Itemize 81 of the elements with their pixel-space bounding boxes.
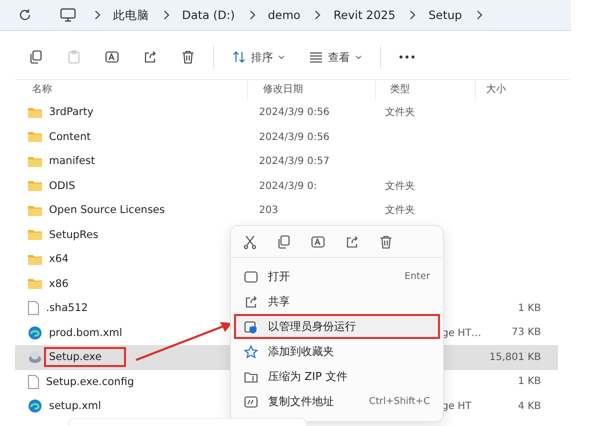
- folder-icon: [28, 229, 42, 240]
- window-icon: [244, 270, 258, 284]
- folder-icon: [28, 278, 42, 290]
- folder-icon: [28, 156, 42, 167]
- breadcrumb-item[interactable]: demo: [268, 8, 300, 22]
- sort-icon: [232, 50, 246, 64]
- breadcrumb-item[interactable]: Revit 2025: [333, 8, 396, 22]
- file-name[interactable]: 3rdParty: [44, 102, 118, 122]
- copy-icon[interactable]: [277, 235, 291, 249]
- chevron-icon[interactable]: [94, 10, 101, 20]
- modified-date: 2024/3/9 0:56: [259, 132, 330, 143]
- file-name[interactable]: setup.xml: [44, 396, 126, 416]
- browser-icon: [28, 326, 42, 340]
- file-name[interactable]: .sha512: [41, 298, 112, 318]
- file-icon: [28, 301, 39, 316]
- file-size: 1 KB: [517, 302, 541, 314]
- caret-icon: [355, 54, 362, 60]
- file-name[interactable]: x86: [44, 274, 93, 294]
- more-icon[interactable]: [399, 55, 415, 59]
- file-size: 1 KB: [517, 376, 541, 388]
- file-size: 15,801 KB: [488, 352, 541, 363]
- browser-icon: [28, 399, 42, 414]
- shield-icon: [244, 320, 258, 334]
- folder-icon: [28, 131, 42, 142]
- menu-item[interactable]: 压缩为 ZIP 文件: [234, 364, 440, 389]
- menu-item[interactable]: 添加到收藏夹: [234, 339, 440, 364]
- file-name[interactable]: Open Source Licenses: [44, 200, 189, 220]
- breadcrumb-item[interactable]: 此电脑: [113, 8, 149, 22]
- folder-icon: [28, 204, 42, 216]
- scissors-icon[interactable]: [243, 235, 257, 249]
- column-header[interactable]: 大小: [475, 80, 545, 100]
- modified-date: 2024/3/9 0:: [259, 180, 317, 192]
- menu-item[interactable]: 打开 Enter: [234, 264, 440, 289]
- sort-button[interactable]: 排序: [220, 43, 297, 71]
- chevron-icon[interactable]: [163, 10, 170, 20]
- share-icon: [244, 294, 258, 308]
- column-header[interactable]: 类型: [375, 80, 475, 100]
- file-name[interactable]: x64: [44, 249, 93, 270]
- modified-date: 2024/3/9 0:56: [259, 107, 330, 118]
- shortcut-label: Ctrl+Shift+C: [368, 396, 430, 407]
- folder-icon: [28, 254, 42, 265]
- breadcrumb-item[interactable]: Data (D:): [182, 8, 235, 22]
- share-icon[interactable]: [345, 235, 359, 249]
- view-button[interactable]: 查看: [297, 43, 374, 71]
- chevron-icon[interactable]: [409, 10, 416, 20]
- chevron-icon[interactable]: [248, 10, 256, 20]
- list-icon: [309, 51, 323, 63]
- modified-date: 203: [259, 205, 278, 216]
- delete-icon[interactable]: [379, 235, 393, 249]
- file-name[interactable]: Content: [44, 126, 115, 147]
- file-name[interactable]: Setup.exe.config: [41, 372, 158, 392]
- file-type: 文件夹: [385, 205, 415, 216]
- file-icon: [28, 374, 39, 389]
- file-name[interactable]: Setup.exe: [44, 347, 126, 368]
- caret-icon: [278, 54, 285, 60]
- path-icon: [244, 394, 258, 408]
- menu-item[interactable]: 复制文件地址 Ctrl+Shift+C: [234, 389, 440, 414]
- column-header[interactable]: 名称: [15, 80, 247, 100]
- chevron-icon[interactable]: [476, 10, 483, 20]
- menu-item[interactable]: 以管理员身份运行: [234, 314, 440, 339]
- file-name[interactable]: ODIS: [44, 176, 100, 196]
- file-type: 文件夹: [385, 107, 415, 118]
- file-type: 文件夹: [385, 180, 415, 192]
- breadcrumb-item[interactable]: Setup: [428, 8, 462, 22]
- installer-icon: [28, 350, 42, 364]
- menu-item[interactable]: 共享: [234, 289, 440, 314]
- folder-icon: [28, 106, 42, 118]
- file-size: 4 KB: [517, 400, 541, 412]
- column-header[interactable]: 修改日期: [247, 80, 375, 100]
- rename-icon[interactable]: [311, 235, 325, 249]
- computer-icon[interactable]: [60, 8, 76, 22]
- file-name[interactable]: SetupRes: [44, 224, 122, 245]
- shortcut-label: Enter: [404, 271, 430, 282]
- folder-icon: [244, 370, 258, 384]
- star-icon: [244, 344, 258, 358]
- chevron-icon[interactable]: [314, 10, 322, 20]
- file-name[interactable]: manifest: [44, 151, 119, 172]
- folder-icon: [28, 180, 42, 192]
- modified-date: 2024/3/9 0:57: [259, 156, 330, 168]
- refresh-icon[interactable]: [18, 8, 32, 22]
- file-name[interactable]: prod.bom.xml: [44, 322, 146, 343]
